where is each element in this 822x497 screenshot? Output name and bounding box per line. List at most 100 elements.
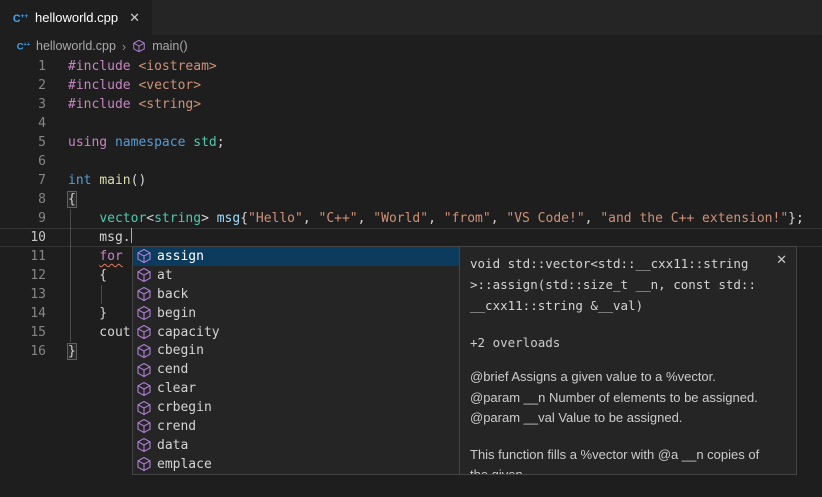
symbol-method-cube-icon bbox=[136, 400, 152, 416]
symbol-method-cube-icon bbox=[136, 343, 152, 359]
suggest-item-label: back bbox=[157, 287, 188, 302]
docs-signature-line: void std::vector<std::__cxx11::string bbox=[470, 253, 786, 274]
code-text: { bbox=[68, 190, 76, 209]
suggest-item-label: emplace bbox=[157, 457, 212, 472]
suggest-widget: assign at back begin capacity cbegin cend clear… bbox=[132, 246, 459, 475]
svg-text:++: ++ bbox=[20, 13, 28, 20]
suggest-item-label: cend bbox=[157, 362, 188, 377]
docs-tag-line: @param __n Number of elements to be assi… bbox=[470, 388, 786, 409]
tab-helloworld-cpp[interactable]: C++ helloworld.cpp ✕ bbox=[0, 0, 152, 35]
text-cursor bbox=[131, 228, 133, 243]
code-text: int main() bbox=[68, 171, 146, 190]
suggest-item-begin[interactable]: begin bbox=[133, 304, 459, 323]
symbol-method-cube-icon bbox=[136, 418, 152, 434]
symbol-method-cube-icon bbox=[136, 437, 152, 453]
code-line-10[interactable]: 10 msg. bbox=[0, 228, 822, 247]
line-number: 10 bbox=[0, 228, 46, 247]
line-number: 4 bbox=[0, 114, 46, 133]
docs-signature-line: __cxx11::string &__val) bbox=[470, 295, 786, 316]
suggest-item-assign[interactable]: assign bbox=[133, 247, 459, 266]
line-number: 9 bbox=[0, 209, 46, 228]
symbol-method-cube-icon bbox=[132, 39, 146, 53]
suggest-item-emplace[interactable]: emplace bbox=[133, 455, 459, 474]
suggest-item-cend[interactable]: cend bbox=[133, 360, 459, 379]
line-number: 14 bbox=[0, 304, 46, 323]
line-number: 15 bbox=[0, 323, 46, 342]
symbol-method-cube-icon bbox=[136, 362, 152, 378]
symbol-method-cube-icon bbox=[136, 248, 152, 264]
chevron-right-icon: › bbox=[122, 39, 126, 54]
code-line-6[interactable]: 6 bbox=[0, 152, 822, 171]
docs-tag-line: @param __val Value to be assigned. bbox=[470, 408, 786, 429]
svg-text:++: ++ bbox=[23, 42, 30, 48]
close-icon[interactable]: ✕ bbox=[776, 252, 787, 268]
suggest-item-crbegin[interactable]: crbegin bbox=[133, 398, 459, 417]
symbol-method-cube-icon bbox=[136, 305, 152, 321]
code-text: #include <vector> bbox=[68, 76, 201, 95]
suggest-item-label: assign bbox=[157, 249, 204, 264]
suggest-item-label: crend bbox=[157, 419, 196, 434]
breadcrumb-file[interactable]: helloworld.cpp bbox=[36, 39, 116, 53]
docs-overloads: +2 overloads bbox=[470, 332, 786, 353]
tab-title: helloworld.cpp bbox=[35, 10, 118, 25]
code-text: } bbox=[68, 304, 107, 323]
code-line-8[interactable]: 8{ bbox=[0, 190, 822, 209]
line-number: 1 bbox=[0, 57, 46, 76]
suggest-item-cbegin[interactable]: cbegin bbox=[133, 341, 459, 360]
tab-close-icon[interactable]: ✕ bbox=[129, 10, 140, 26]
docs-tags: @brief Assigns a given value to a %vecto… bbox=[470, 367, 786, 429]
docs-signature: void std::vector<std::__cxx11::string>::… bbox=[470, 253, 786, 316]
docs-tag-line: @brief Assigns a given value to a %vecto… bbox=[470, 367, 786, 388]
code-text: #include <string> bbox=[68, 95, 201, 114]
line-number: 16 bbox=[0, 342, 46, 361]
code-line-1[interactable]: 1 #include <iostream> bbox=[0, 57, 822, 76]
code-line-2[interactable]: 2#include <vector> bbox=[0, 76, 822, 95]
line-number: 8 bbox=[0, 190, 46, 209]
line-number: 12 bbox=[0, 266, 46, 285]
line-number: 5 bbox=[0, 133, 46, 152]
symbol-method-cube-icon bbox=[136, 381, 152, 397]
code-text: msg. bbox=[68, 228, 132, 247]
line-number: 11 bbox=[0, 247, 46, 266]
symbol-method-cube-icon bbox=[136, 324, 152, 340]
breadcrumb-symbol[interactable]: main() bbox=[152, 39, 187, 53]
suggest-item-label: at bbox=[157, 268, 173, 283]
suggest-item-label: begin bbox=[157, 306, 196, 321]
docs-body-line: This function fills a %vector with @a __… bbox=[470, 445, 786, 466]
code-text: for bbox=[68, 247, 123, 266]
symbol-method-cube-icon bbox=[136, 456, 152, 472]
suggest-item-label: crbegin bbox=[157, 400, 212, 415]
suggest-docs-panel: ✕ void std::vector<std::__cxx11::string>… bbox=[459, 246, 797, 475]
code-line-4[interactable]: 4 bbox=[0, 114, 822, 133]
breadcrumb: C++ helloworld.cpp › main() bbox=[0, 35, 822, 57]
code-line-9[interactable]: 9 vector<string> msg{"Hello", "C++", "Wo… bbox=[0, 209, 822, 228]
code-line-7[interactable]: 7 int main() bbox=[0, 171, 822, 190]
docs-body: This function fills a %vector with @a __… bbox=[470, 445, 786, 476]
docs-signature-line: >::assign(std::size_t __n, const std:: bbox=[470, 274, 786, 295]
code-text: #include <iostream> bbox=[68, 57, 217, 76]
suggest-item-back[interactable]: back bbox=[133, 285, 459, 304]
code-text: { bbox=[68, 266, 107, 285]
line-number: 3 bbox=[0, 95, 46, 114]
code-text: cout bbox=[68, 323, 131, 342]
suggest-item-label: capacity bbox=[157, 325, 220, 340]
code-line-3[interactable]: 3 #include <string> bbox=[0, 95, 822, 114]
suggest-item-data[interactable]: data bbox=[133, 436, 459, 455]
suggest-item-at[interactable]: at bbox=[133, 266, 459, 285]
cpp-file-icon: C++ bbox=[16, 39, 30, 53]
line-number: 13 bbox=[0, 285, 46, 304]
symbol-method-cube-icon bbox=[136, 286, 152, 302]
symbol-method-cube-icon bbox=[136, 267, 152, 283]
line-number: 6 bbox=[0, 152, 46, 171]
cpp-file-icon: C++ bbox=[12, 10, 28, 26]
code-text: vector<string> msg{"Hello", "C++", "Worl… bbox=[68, 209, 804, 228]
suggest-item-label: cbegin bbox=[157, 343, 204, 358]
suggest-item-crend[interactable]: crend bbox=[133, 417, 459, 436]
suggest-item-label: data bbox=[157, 438, 188, 453]
suggest-item-capacity[interactable]: capacity bbox=[133, 323, 459, 342]
vscode-window: C++ helloworld.cpp ✕ C++ helloworld.cpp … bbox=[0, 0, 822, 497]
line-number: 7 bbox=[0, 171, 46, 190]
code-line-5[interactable]: 5 using namespace std; bbox=[0, 133, 822, 152]
suggest-item-clear[interactable]: clear bbox=[133, 379, 459, 398]
code-text: using namespace std; bbox=[68, 133, 225, 152]
